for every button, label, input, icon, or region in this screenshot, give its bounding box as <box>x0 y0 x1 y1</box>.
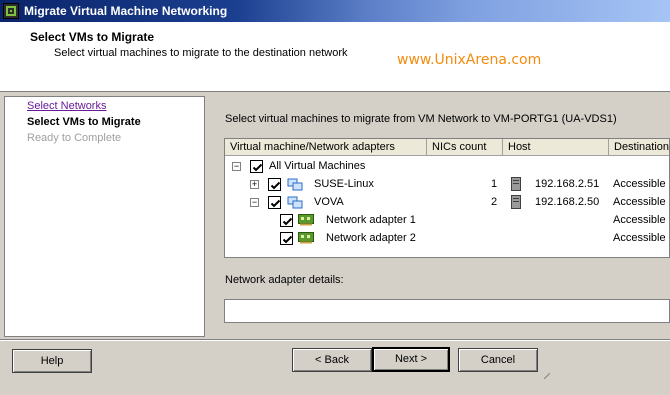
wizard-header: Select VMs to Migrate Select virtual mac… <box>0 22 670 92</box>
step-select-vms: Select VMs to Migrate <box>27 116 141 128</box>
main-content: Select virtual machines to migrate from … <box>207 96 670 337</box>
checkmark-icon <box>282 235 293 244</box>
column-header-destination[interactable]: Destination <box>609 139 669 156</box>
step-select-networks[interactable]: Select Networks <box>27 100 106 112</box>
checkbox-vova[interactable] <box>268 196 281 209</box>
checkmark-icon <box>270 181 281 190</box>
row-nics: 2 <box>491 196 498 208</box>
column-header-host[interactable]: Host <box>503 139 609 156</box>
window-title: Migrate Virtual Machine Networking <box>24 4 228 18</box>
host-icon <box>511 177 521 191</box>
row-host: 192.168.2.50 <box>535 196 600 208</box>
page-title: Select VMs to Migrate <box>30 30 155 44</box>
network-adapter-details-label: Network adapter details: <box>225 274 344 286</box>
column-header-nics[interactable]: NICs count <box>427 139 503 156</box>
next-button[interactable]: Next > <box>372 347 450 372</box>
host-icon <box>511 195 521 209</box>
checkbox-network-adapter-1[interactable] <box>280 214 293 227</box>
nic-icon <box>298 214 314 226</box>
network-adapter-details-box <box>224 299 670 323</box>
checkmark-icon <box>252 163 263 172</box>
table-row[interactable]: − VOVA 2 192.168.2.50 Accessible <box>225 193 669 211</box>
row-name: Network adapter 2 <box>326 232 416 244</box>
collapse-toggle[interactable]: − <box>232 162 241 171</box>
table-row[interactable]: + SUSE-Linux 1 192.168.2.51 Accessible <box>225 175 669 193</box>
step-ready-to-complete: Ready to Complete <box>27 132 122 144</box>
row-destination: Accessible <box>613 196 666 208</box>
resize-grip-icon[interactable] <box>544 373 550 379</box>
row-name: All Virtual Machines <box>269 160 366 172</box>
row-name: VOVA <box>314 196 344 208</box>
instruction-text: Select virtual machines to migrate from … <box>225 113 617 125</box>
collapse-toggle[interactable]: − <box>250 198 259 207</box>
table-header: Virtual machine/Network adapters NICs co… <box>225 139 669 156</box>
row-nics: 1 <box>491 178 498 190</box>
vm-icon <box>287 196 303 209</box>
footer-separator <box>0 339 670 341</box>
table-row[interactable]: − All Virtual Machines <box>225 157 669 175</box>
table-row[interactable]: Network adapter 1 Accessible <box>225 211 669 229</box>
wizard-steps-pane: Select Networks Select VMs to Migrate Re… <box>4 96 205 337</box>
checkbox-network-adapter-2[interactable] <box>280 232 293 245</box>
vsphere-app-icon <box>3 3 19 19</box>
title-bar: Migrate Virtual Machine Networking <box>0 0 670 22</box>
row-destination: Accessible <box>613 232 666 244</box>
back-button[interactable]: < Back <box>292 348 372 372</box>
checkmark-icon <box>282 217 293 226</box>
row-destination: Accessible <box>613 178 666 190</box>
vm-table: Virtual machine/Network adapters NICs co… <box>224 138 670 258</box>
watermark-brand: www.UnixArena.com <box>397 52 542 68</box>
help-button[interactable]: Help <box>12 349 92 373</box>
column-header-vm[interactable]: Virtual machine/Network adapters <box>225 139 427 156</box>
cancel-button[interactable]: Cancel <box>458 348 538 372</box>
row-destination: Accessible <box>613 214 666 226</box>
checkbox-all-vms[interactable] <box>250 160 263 173</box>
checkmark-icon <box>270 199 281 208</box>
checkbox-suse-linux[interactable] <box>268 178 281 191</box>
page-subtitle: Select virtual machines to migrate to th… <box>54 47 348 59</box>
vm-icon <box>287 178 303 191</box>
nic-icon <box>298 232 314 244</box>
row-host: 192.168.2.51 <box>535 178 600 190</box>
table-row[interactable]: Network adapter 2 Accessible <box>225 229 669 247</box>
row-name: SUSE-Linux <box>314 178 374 190</box>
row-name: Network adapter 1 <box>326 214 416 226</box>
expand-toggle[interactable]: + <box>250 180 259 189</box>
